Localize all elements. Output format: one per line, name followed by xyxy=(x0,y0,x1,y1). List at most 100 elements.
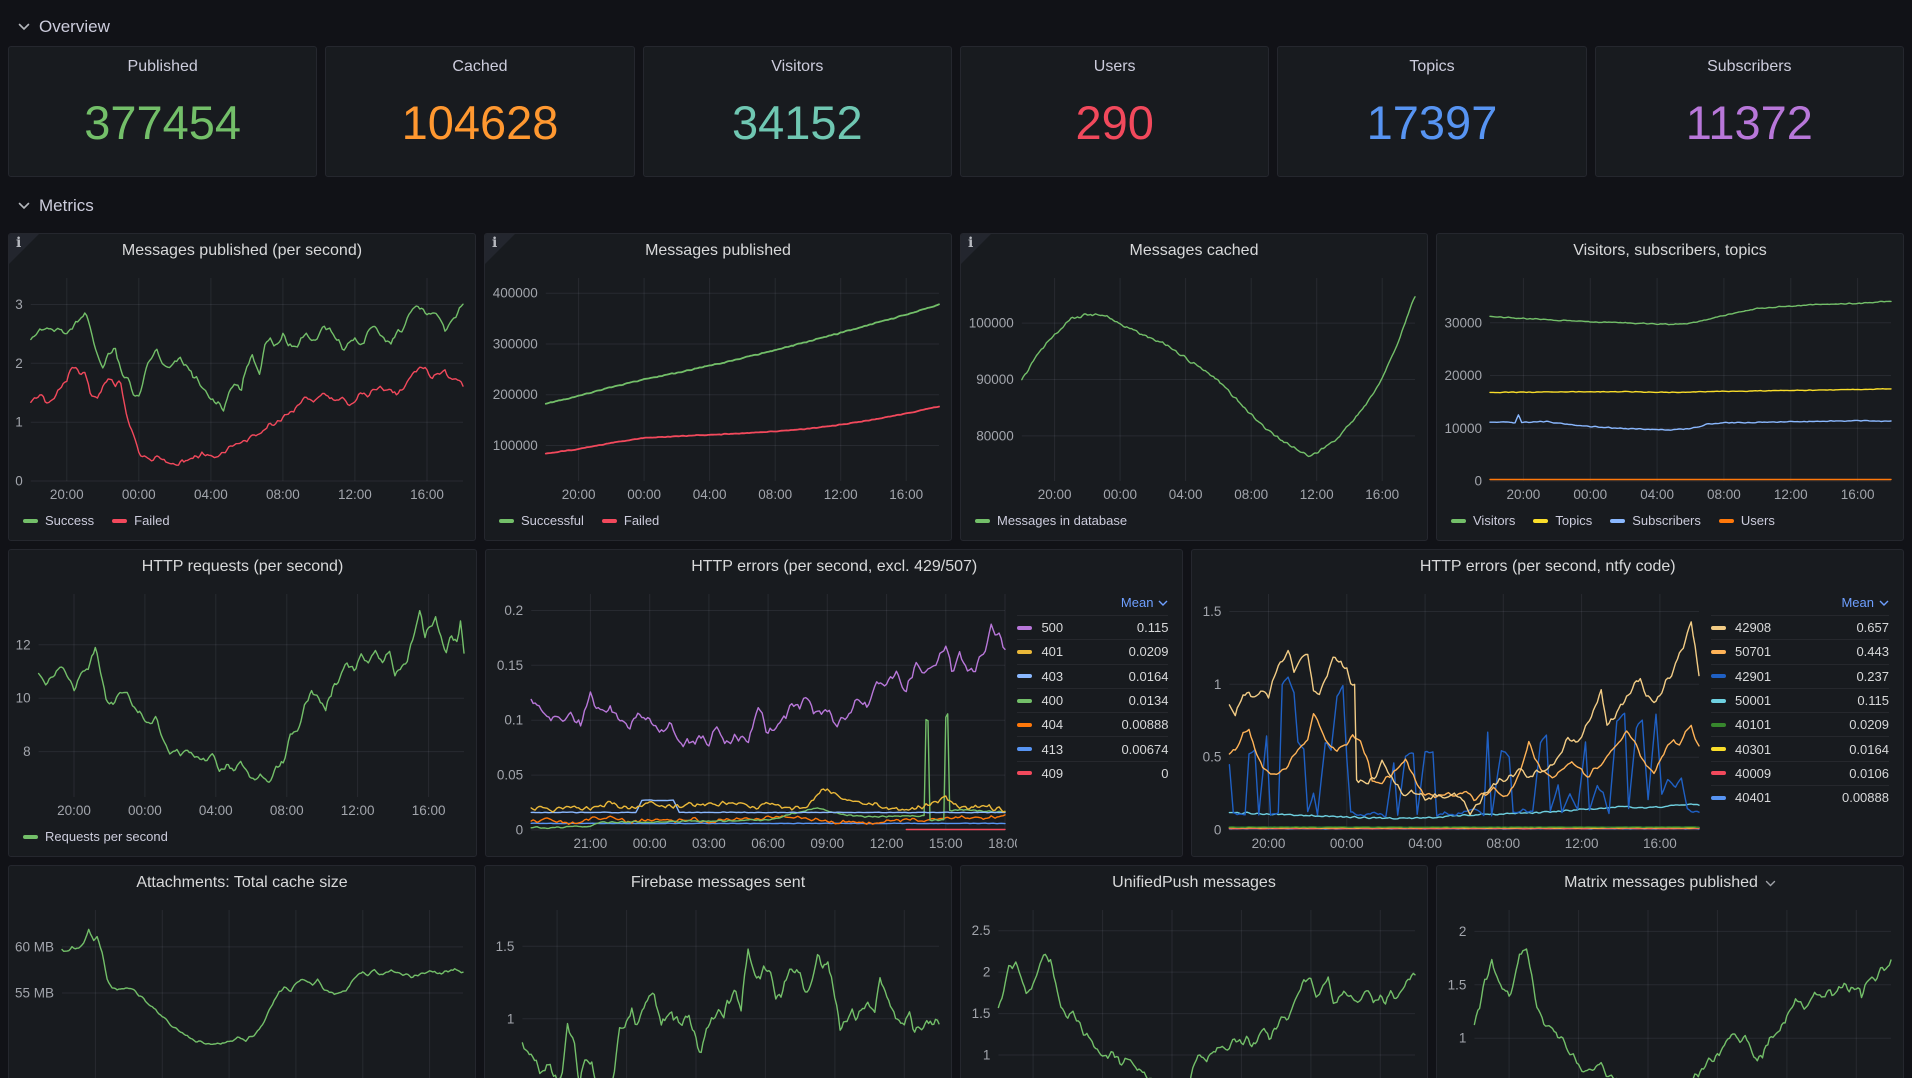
legend-row-42901[interactable]: 429010.237 xyxy=(1711,664,1889,688)
svg-text:1.5: 1.5 xyxy=(1203,604,1222,619)
legend-row-500[interactable]: 5000.115 xyxy=(1017,615,1168,639)
svg-text:04:00: 04:00 xyxy=(194,487,228,502)
legend-mean-value: 0.00888 xyxy=(1842,790,1889,805)
legend-label: 40301 xyxy=(1735,742,1771,757)
legend-row-401[interactable]: 4010.0209 xyxy=(1017,639,1168,663)
legend-item-visitors[interactable]: Visitors xyxy=(1451,513,1515,528)
chart-canvas: 20:0000:0004:0008:0012:0016:0081012 xyxy=(9,584,476,823)
svg-text:90000: 90000 xyxy=(976,372,1014,387)
legend-mean-value: 0.115 xyxy=(1857,693,1889,708)
info-icon[interactable] xyxy=(9,234,39,264)
panel-title[interactable]: HTTP errors (per second, ntfy code) xyxy=(1192,550,1903,584)
panel-title[interactable]: Messages published xyxy=(485,234,951,268)
svg-text:1.5: 1.5 xyxy=(1448,977,1467,992)
legend-label: 400 xyxy=(1041,693,1063,708)
svg-text:08:00: 08:00 xyxy=(1487,836,1521,851)
panel-http-errors-ntfy: HTTP errors (per second, ntfy code) 20:0… xyxy=(1191,549,1904,857)
svg-text:400000: 400000 xyxy=(493,286,538,301)
panel-menu-chevron-icon[interactable] xyxy=(1765,880,1776,887)
stat-panel-subscribers: Subscribers 11372 xyxy=(1595,46,1904,177)
legend-row-40101[interactable]: 401010.0209 xyxy=(1711,712,1889,736)
legend-label: 500 xyxy=(1041,620,1063,635)
svg-text:08:00: 08:00 xyxy=(1707,487,1741,502)
legend-label: Success xyxy=(45,513,94,528)
legend-item-failed[interactable]: Failed xyxy=(112,513,169,528)
legend-item-messages-in-database[interactable]: Messages in database xyxy=(975,513,1127,528)
chart-canvas: 20:0000:0004:0008:0012:0016:0000.511.5 xyxy=(1192,584,1711,856)
panel-title[interactable]: HTTP errors (per second, excl. 429/507) xyxy=(486,550,1182,584)
legend-item-requests-per-second[interactable]: Requests per second xyxy=(23,829,168,844)
legend-row-403[interactable]: 4030.0164 xyxy=(1017,664,1168,688)
svg-text:00:00: 00:00 xyxy=(1573,487,1607,502)
legend-label: Successful xyxy=(521,513,584,528)
legend-sort-mean[interactable]: Mean xyxy=(1017,590,1168,615)
section-header-overview[interactable]: Overview xyxy=(8,8,1904,46)
legend-label: 403 xyxy=(1041,669,1063,684)
legend-row-40009[interactable]: 400090.0106 xyxy=(1711,761,1889,785)
panel-title[interactable]: HTTP requests (per second) xyxy=(9,550,476,584)
stat-value: 377454 xyxy=(84,68,241,176)
chart-canvas: 20:0000:0004:0008:0012:0016:000100002000… xyxy=(1437,268,1903,507)
legend-row-50001[interactable]: 500010.115 xyxy=(1711,688,1889,712)
legend-label: 409 xyxy=(1041,766,1063,781)
legend-row-413[interactable]: 4130.00674 xyxy=(1017,736,1168,760)
legend-item-users[interactable]: Users xyxy=(1719,513,1775,528)
legend-mean-value: 0.657 xyxy=(1856,620,1889,635)
info-icon[interactable] xyxy=(485,234,515,264)
stat-panel-visitors: Visitors 34152 xyxy=(643,46,952,177)
svg-text:16:00: 16:00 xyxy=(1643,836,1677,851)
legend-row-40301[interactable]: 403010.0164 xyxy=(1711,736,1889,760)
legend-swatch xyxy=(1711,796,1726,800)
svg-text:00:00: 00:00 xyxy=(1330,836,1364,851)
legend-item-subscribers[interactable]: Subscribers xyxy=(1610,513,1701,528)
svg-text:20:00: 20:00 xyxy=(50,487,84,502)
metrics-row-2: HTTP requests (per second) 20:0000:0004:… xyxy=(8,549,1904,857)
panel-title[interactable]: Firebase messages sent xyxy=(485,866,951,900)
panel-title[interactable]: UnifiedPush messages xyxy=(961,866,1427,900)
legend-row-42908[interactable]: 42908 0.657 xyxy=(1711,615,1889,639)
svg-text:16:00: 16:00 xyxy=(412,803,446,818)
svg-text:2: 2 xyxy=(1459,924,1467,939)
legend-table: Mean5000.1154010.02094030.01644000.01344… xyxy=(1017,584,1182,856)
panel-title[interactable]: Visitors, subscribers, topics xyxy=(1437,234,1903,268)
panel-title[interactable]: Messages published (per second) xyxy=(9,234,475,268)
panel-title-text: UnifiedPush messages xyxy=(1112,874,1276,892)
chart-matrix-published: 20:0000:0004:0008:0012:0016:000.511.52 xyxy=(1437,900,1903,1078)
legend-row-409[interactable]: 4090 xyxy=(1017,761,1168,785)
panel-title[interactable]: Messages cached xyxy=(961,234,1427,268)
svg-text:2: 2 xyxy=(15,356,23,371)
panel-title-text: Firebase messages sent xyxy=(631,874,805,892)
svg-text:16:00: 16:00 xyxy=(889,487,923,502)
panel-title[interactable]: Matrix messages published xyxy=(1437,866,1903,900)
legend-item-topics[interactable]: Topics xyxy=(1533,513,1592,528)
legend-row-400[interactable]: 4000.0134 xyxy=(1017,688,1168,712)
svg-text:1: 1 xyxy=(983,1048,991,1063)
legend-label: 42908 xyxy=(1735,620,1771,635)
metrics-row-3: Attachments: Total cache size 20:0000:00… xyxy=(8,865,1904,1078)
legend-item-successful[interactable]: Successful xyxy=(499,513,584,528)
legend-label: 40009 xyxy=(1735,766,1771,781)
chart-canvas: 20:0000:0004:0008:0012:0016:0011.522.5 xyxy=(961,900,1427,1078)
legend-item-success[interactable]: Success xyxy=(23,513,94,528)
svg-text:00:00: 00:00 xyxy=(122,487,156,502)
legend-row-50701[interactable]: 507010.443 xyxy=(1711,639,1889,663)
panel-messages-published-total: i Messages published 20:0000:0004:0008:0… xyxy=(484,233,952,541)
legend-swatch xyxy=(1017,747,1032,751)
legend-label: 42901 xyxy=(1735,669,1771,684)
svg-text:10000: 10000 xyxy=(1444,421,1482,436)
legend-row-404[interactable]: 4040.00888 xyxy=(1017,712,1168,736)
panel-unifiedpush: UnifiedPush messages 20:0000:0004:0008:0… xyxy=(960,865,1428,1078)
legend-item-failed[interactable]: Failed xyxy=(602,513,659,528)
legend-label: Users xyxy=(1741,513,1775,528)
legend-row-40401[interactable]: 404010.00888 xyxy=(1711,785,1889,809)
section-header-metrics[interactable]: Metrics xyxy=(8,187,1904,225)
svg-text:0.5: 0.5 xyxy=(1203,750,1222,765)
panel-title[interactable]: Attachments: Total cache size xyxy=(9,866,475,900)
svg-text:0.05: 0.05 xyxy=(497,768,523,783)
svg-text:16:00: 16:00 xyxy=(410,487,444,502)
stat-panel-published: Published 377454 xyxy=(8,46,317,177)
svg-text:12:00: 12:00 xyxy=(1774,487,1808,502)
chart-http-errors-ntfy: 20:0000:0004:0008:0012:0016:0000.511.5 xyxy=(1192,584,1711,856)
legend-sort-mean[interactable]: Mean xyxy=(1711,590,1889,615)
info-icon[interactable] xyxy=(961,234,991,264)
